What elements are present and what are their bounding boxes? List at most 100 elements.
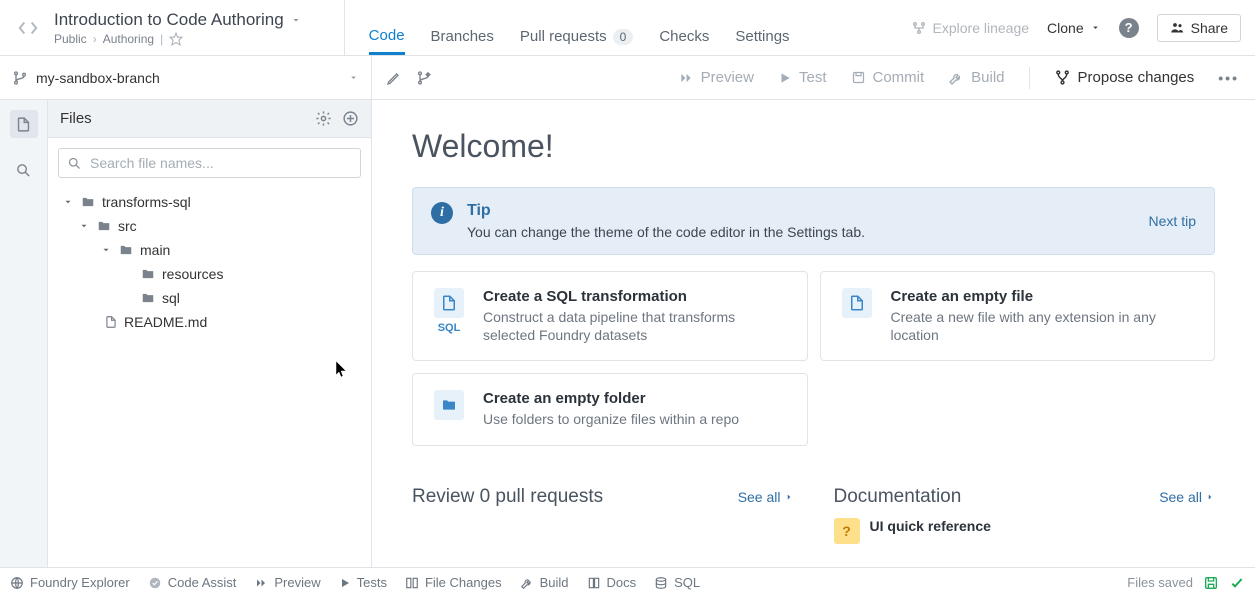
diff-icon <box>405 576 419 590</box>
tree-folder-root[interactable]: transforms-sql <box>56 190 371 214</box>
footer-code-assist[interactable]: Code Assist <box>148 575 237 590</box>
edit-icon[interactable] <box>386 70 402 86</box>
breadcrumb-separator: › <box>93 32 97 46</box>
footer-tests[interactable]: Tests <box>339 575 387 590</box>
card-create-sql-transformation[interactable]: SQL Create a SQL transformation Construc… <box>412 271 808 361</box>
check-icon <box>1229 575 1245 591</box>
footer-file-changes[interactable]: File Changes <box>405 575 502 590</box>
folder-icon <box>434 390 464 420</box>
add-icon[interactable] <box>342 110 359 127</box>
documentation-heading: Documentation <box>834 486 962 508</box>
file-search-box[interactable] <box>58 148 361 178</box>
rail-files-icon[interactable] <box>10 110 38 138</box>
footer-build[interactable]: Build <box>520 575 569 590</box>
tab-pull-requests[interactable]: Pull requests0 <box>520 0 633 55</box>
card-desc: Create a new file with any extension in … <box>891 308 1199 344</box>
explore-lineage-button[interactable]: Explore lineage <box>911 20 1030 36</box>
check-circle-icon <box>148 576 162 590</box>
doc-help-icon: ? <box>834 518 860 544</box>
folder-icon <box>140 267 156 281</box>
build-button[interactable]: Build <box>948 69 1004 86</box>
test-button[interactable]: Test <box>778 69 827 86</box>
files-saved-label: Files saved <box>1127 575 1193 590</box>
pr-count-badge: 0 <box>613 29 634 45</box>
card-title: Create an empty folder <box>483 390 739 407</box>
folder-icon <box>118 243 134 257</box>
branch-name: my-sandbox-branch <box>36 70 160 86</box>
footer-preview[interactable]: Preview <box>254 575 320 590</box>
tree-folder-src[interactable]: src <box>56 214 371 238</box>
preview-button[interactable]: Preview <box>678 69 754 86</box>
star-icon[interactable] <box>169 32 183 46</box>
chevron-down-icon <box>78 221 90 231</box>
file-search-input[interactable] <box>90 155 352 171</box>
folder-icon <box>96 219 112 233</box>
save-disk-icon <box>1203 575 1219 591</box>
card-title: Create a SQL transformation <box>483 288 791 305</box>
card-create-empty-file[interactable]: Create an empty file Create a new file w… <box>820 271 1216 361</box>
doc-item[interactable]: ? UI quick reference <box>834 518 1216 544</box>
folder-icon <box>140 291 156 305</box>
chevron-right-icon <box>784 492 794 502</box>
info-icon: i <box>431 202 453 224</box>
chevron-down-icon <box>100 245 112 255</box>
tab-checks[interactable]: Checks <box>659 0 709 55</box>
tree-folder-main[interactable]: main <box>56 238 371 262</box>
review-pr-heading: Review 0 pull requests <box>412 486 603 508</box>
more-icon[interactable]: ••• <box>1218 70 1239 86</box>
tab-branches[interactable]: Branches <box>431 0 494 55</box>
breadcrumb-separator: | <box>160 32 163 46</box>
save-icon <box>851 70 866 85</box>
file-icon <box>842 288 872 318</box>
welcome-heading: Welcome! <box>412 128 1215 165</box>
card-title: Create an empty file <box>891 288 1199 305</box>
new-branch-icon[interactable] <box>416 70 432 86</box>
merge-icon <box>1054 69 1071 86</box>
card-desc: Use folders to organize files within a r… <box>483 410 739 428</box>
tip-title: Tip <box>467 202 1135 220</box>
tab-settings[interactable]: Settings <box>735 0 789 55</box>
breadcrumb-item[interactable]: Public <box>54 32 87 46</box>
wrench-icon <box>520 576 534 590</box>
book-icon <box>587 576 601 590</box>
share-button[interactable]: Share <box>1157 14 1241 42</box>
footer-docs[interactable]: Docs <box>587 575 637 590</box>
next-tip-link[interactable]: Next tip <box>1149 213 1196 229</box>
fast-forward-icon <box>254 577 268 589</box>
folder-icon <box>80 195 96 209</box>
card-create-empty-folder[interactable]: Create an empty folder Use folders to or… <box>412 373 808 445</box>
fast-forward-icon <box>678 71 694 85</box>
chevron-down-icon <box>348 72 359 83</box>
play-icon <box>339 577 351 589</box>
commit-button[interactable]: Commit <box>851 69 925 86</box>
page-title[interactable]: Introduction to Code Authoring <box>54 10 284 30</box>
chevron-down-icon <box>1090 22 1101 33</box>
footer-foundry-explorer[interactable]: Foundry Explorer <box>10 575 130 590</box>
footer-sql[interactable]: SQL <box>654 575 700 590</box>
clone-button[interactable]: Clone <box>1047 20 1101 36</box>
sidebar-title: Files <box>60 110 92 127</box>
database-icon <box>654 576 668 590</box>
propose-changes-button[interactable]: Propose changes <box>1054 69 1195 86</box>
wrench-icon <box>948 70 964 86</box>
title-dropdown-icon[interactable] <box>290 14 302 26</box>
card-icon-label: SQL <box>438 322 461 334</box>
tree-folder-resources[interactable]: resources <box>56 262 371 286</box>
globe-icon <box>10 576 24 590</box>
see-all-docs-link[interactable]: See all <box>1159 489 1215 505</box>
help-icon[interactable]: ? <box>1119 18 1139 38</box>
see-all-prs-link[interactable]: See all <box>738 489 794 505</box>
tree-file-readme[interactable]: README.md <box>56 310 371 334</box>
branch-selector[interactable]: my-sandbox-branch <box>0 56 372 99</box>
chevron-right-icon <box>1205 492 1215 502</box>
divider <box>1029 67 1030 89</box>
tab-code[interactable]: Code <box>369 0 405 55</box>
search-icon <box>67 156 82 171</box>
sql-file-icon <box>434 288 464 318</box>
gear-icon[interactable] <box>315 110 332 127</box>
branch-icon <box>12 70 28 86</box>
card-desc: Construct a data pipeline that transform… <box>483 308 791 344</box>
breadcrumb-item[interactable]: Authoring <box>103 32 154 46</box>
rail-search-icon[interactable] <box>10 156 38 184</box>
tree-folder-sql[interactable]: sql <box>56 286 371 310</box>
